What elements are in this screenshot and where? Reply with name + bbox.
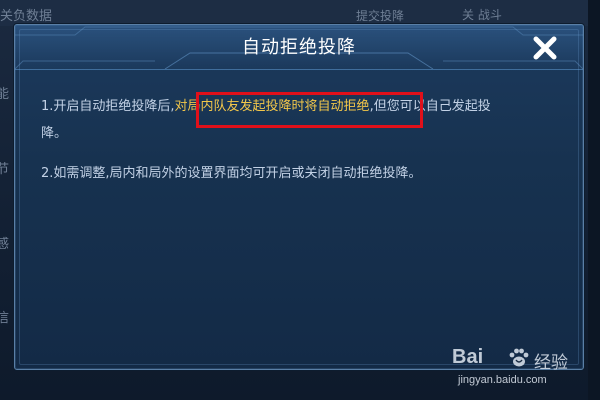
dialog-title: 自动拒绝投降 bbox=[242, 37, 356, 58]
background-side-label: 节 bbox=[0, 162, 10, 177]
red-annotation-box bbox=[196, 92, 423, 128]
close-button[interactable] bbox=[532, 35, 558, 61]
background-side-label: 感 bbox=[0, 237, 10, 252]
paragraph-2: 2.如需调整,局内和局外的设置界面均可开启或关闭自动拒绝投降。 bbox=[41, 166, 422, 181]
background-top-left-text: 关负数据 bbox=[0, 9, 53, 24]
background-top-right-text: 提交投降 bbox=[356, 9, 405, 23]
auto-reject-surrender-dialog: 自动拒绝投降 1.开启自动拒绝投降后,对局内队友发起投降时将自动拒绝,但您可以自… bbox=[14, 24, 584, 370]
background-top-right-text-2: 关 战斗 bbox=[462, 8, 502, 22]
dialog-inner-frame bbox=[19, 29, 579, 365]
baidu-jingyan-watermark: Bai 经验 jingyan.baidu.com bbox=[452, 344, 592, 396]
watermark-url: jingyan.baidu.com bbox=[458, 374, 547, 386]
background-top-bar bbox=[0, 0, 600, 26]
paragraph-1-line-2: 降。 bbox=[41, 126, 68, 141]
paragraph-1-prefix: 1.开启自动拒绝投降后, bbox=[41, 99, 175, 114]
watermark-brand-chinese: 经验 bbox=[534, 353, 568, 373]
background-right-edge bbox=[588, 0, 600, 400]
paw-logo-icon bbox=[509, 348, 529, 367]
close-icon bbox=[533, 36, 557, 60]
background-side-label: 能 bbox=[0, 87, 10, 102]
background-side-label: 信 bbox=[0, 311, 10, 326]
watermark-brand-latin: Bai bbox=[452, 346, 484, 368]
